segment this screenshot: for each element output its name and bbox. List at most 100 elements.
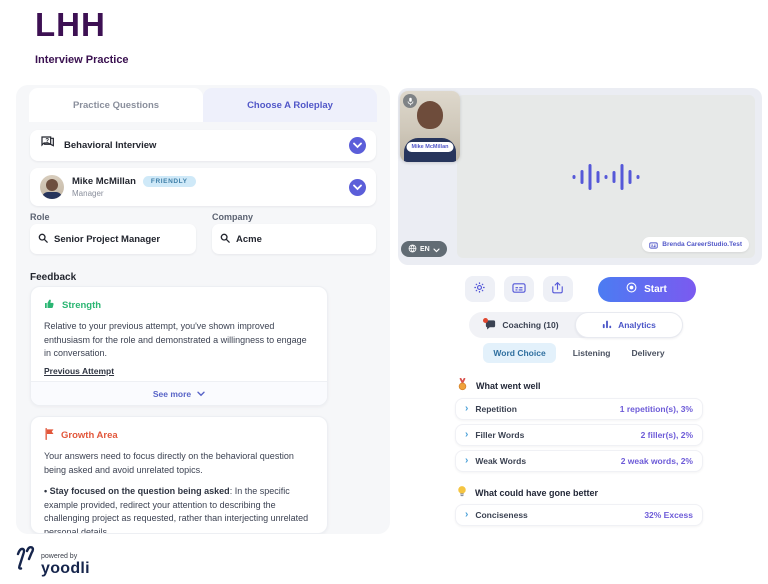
metric-label: Conciseness	[475, 510, 527, 520]
analytics-subtabs: Word Choice Listening Delivery	[469, 343, 683, 363]
metric-value: 2 weak words, 2%	[621, 456, 693, 466]
session-controls: Start	[398, 276, 762, 302]
captions-button[interactable]	[504, 276, 534, 302]
powered-by-label: powered by	[41, 553, 90, 560]
page-title: Interview Practice	[35, 54, 129, 66]
friendly-badge: FRIENDLY	[143, 176, 196, 187]
captions-icon	[512, 282, 526, 297]
settings-button[interactable]	[465, 276, 495, 302]
start-button[interactable]: Start	[598, 277, 696, 302]
start-label: Start	[644, 284, 667, 295]
strength-title: Strength	[62, 300, 101, 311]
subtab-word-choice[interactable]: Word Choice	[483, 343, 555, 363]
video-stage: Brenda CareerStudio.Test Mike McMillan E…	[398, 88, 762, 265]
medal-icon	[457, 378, 468, 393]
tab-analytics[interactable]: Analytics	[575, 312, 683, 338]
role-label: Role	[30, 212, 50, 222]
participant-name-label: Mike McMillan	[407, 142, 454, 152]
tab-practice-questions[interactable]: Practice Questions	[29, 88, 203, 122]
coaching-tab-label: Coaching (10)	[502, 320, 558, 330]
scenario-select[interactable]: ? Behavioral Interview	[30, 130, 376, 161]
upload-icon	[551, 281, 564, 297]
chevron-right-icon: ›	[465, 430, 468, 440]
growth-area-card: Growth Area Your answers need to focus d…	[30, 416, 328, 534]
metric-label: Repetition	[475, 404, 517, 414]
yoodli-brand: yoodli	[41, 561, 90, 577]
role-input[interactable]	[54, 234, 188, 245]
chevron-right-icon: ›	[465, 510, 468, 520]
company-field-wrap	[212, 224, 376, 254]
metric-value: 2 filler(s), 2%	[641, 430, 693, 440]
record-icon	[626, 282, 637, 296]
growth-bullet-lead: • Stay focused on the question being ask…	[44, 486, 230, 496]
caption-source-label: Brenda CareerStudio.Test	[662, 241, 742, 248]
chevron-down-icon[interactable]	[349, 137, 366, 154]
went-well-heading: What went well	[457, 378, 541, 393]
search-icon	[38, 230, 48, 248]
subtab-delivery[interactable]: Delivery	[627, 343, 668, 363]
chevron-right-icon: ›	[465, 404, 468, 414]
upload-button[interactable]	[543, 276, 573, 302]
audio-waveform	[573, 164, 640, 190]
chevron-right-icon: ›	[465, 456, 468, 466]
company-label: Company	[212, 212, 253, 222]
language-selector[interactable]: EN	[401, 241, 447, 257]
microphone-icon	[403, 94, 417, 108]
tab-coaching[interactable]: Coaching (10)	[469, 312, 575, 338]
lightbulb-icon	[457, 485, 467, 500]
svg-text:?: ?	[45, 139, 49, 145]
chevron-down-icon	[433, 240, 440, 258]
growth-title: Growth Area	[61, 430, 118, 441]
yoodli-footer: powered by yoodli	[14, 544, 90, 577]
growth-body: Your answers need to focus directly on t…	[44, 450, 314, 477]
avatar	[40, 175, 64, 199]
persona-name: Mike McMillan	[72, 176, 136, 187]
chat-question-icon: ?	[40, 136, 56, 155]
metric-label: Weak Words	[475, 456, 526, 466]
went-well-label: What went well	[476, 381, 541, 391]
metric-row-filler-words[interactable]: › Filler Words 2 filler(s), 2%	[455, 424, 703, 446]
captions-icon	[649, 236, 658, 254]
chevron-down-icon[interactable]	[349, 179, 366, 196]
feedback-heading: Feedback	[30, 272, 76, 283]
yoodli-logo-icon	[14, 544, 36, 577]
setup-tabs: Practice Questions Choose A Roleplay	[16, 85, 390, 122]
metric-value: 1 repetition(s), 3%	[620, 404, 693, 414]
waveform-panel: Brenda CareerStudio.Test	[457, 95, 755, 258]
persona-select[interactable]: Mike McMillan FRIENDLY Manager	[30, 168, 376, 206]
search-icon	[220, 230, 230, 248]
globe-icon	[408, 240, 417, 258]
chevron-down-icon	[197, 389, 205, 399]
persona-title: Manager	[72, 189, 196, 198]
metric-value: 32% Excess	[644, 510, 693, 520]
thumbs-up-icon	[44, 298, 56, 313]
subtab-listening[interactable]: Listening	[569, 343, 615, 363]
metric-row-weak-words[interactable]: › Weak Words 2 weak words, 2%	[455, 450, 703, 472]
metric-row-repetition[interactable]: › Repetition 1 repetition(s), 3%	[455, 398, 703, 420]
analytics-tab-bar: Coaching (10) Analytics	[469, 312, 683, 338]
coaching-chat-icon	[485, 320, 496, 330]
gear-icon	[473, 281, 486, 297]
tab-choose-a-roleplay[interactable]: Choose A Roleplay	[203, 88, 377, 122]
analytics-tab-label: Analytics	[618, 320, 656, 330]
growth-bullet: • Stay focused on the question being ask…	[44, 485, 314, 534]
gone-better-heading: What could have gone better	[457, 485, 598, 500]
metric-label: Filler Words	[475, 430, 524, 440]
metric-row-conciseness[interactable]: › Conciseness 32% Excess	[455, 504, 703, 526]
strength-card: Strength Relative to your previous attem…	[30, 286, 328, 406]
role-field-wrap	[30, 224, 196, 254]
strength-body: Relative to your previous attempt, you'v…	[44, 320, 314, 361]
flag-icon	[44, 428, 55, 443]
caption-source-pill: Brenda CareerStudio.Test	[642, 237, 749, 252]
page: LHH Interview Practice Practice Question…	[0, 0, 768, 584]
see-more-button[interactable]: See more	[31, 381, 327, 405]
gone-better-label: What could have gone better	[475, 488, 598, 498]
company-input[interactable]	[236, 234, 368, 245]
lhh-logo: LHH	[35, 6, 106, 44]
previous-attempt-link[interactable]: Previous Attempt	[44, 366, 114, 376]
setup-panel: Practice Questions Choose A Roleplay ? B…	[16, 85, 390, 534]
see-more-label: See more	[153, 389, 191, 399]
language-label: EN	[420, 246, 430, 253]
bar-chart-icon	[602, 319, 612, 331]
participant-video-thumbnail[interactable]: Mike McMillan	[400, 91, 460, 162]
